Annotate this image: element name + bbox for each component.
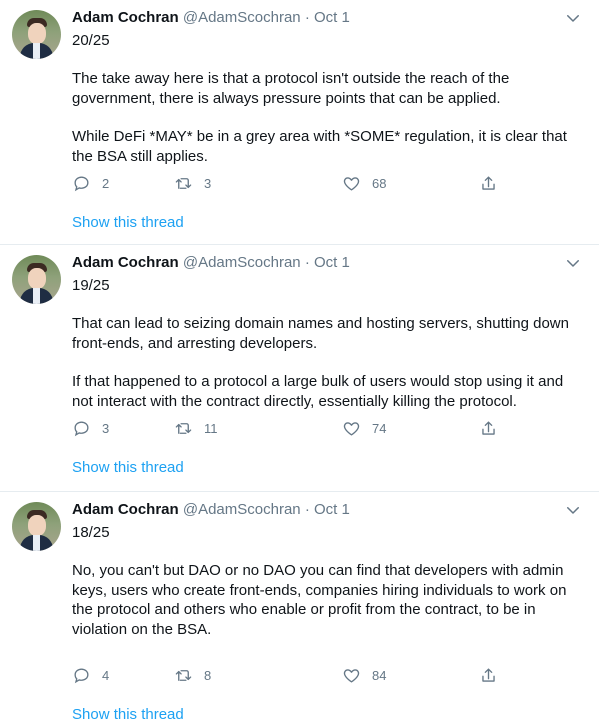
tweet-text: The take away here is that a protocol is… (72, 70, 510, 107)
show-thread-link[interactable]: Show this thread (72, 459, 184, 476)
retweet-icon (175, 669, 192, 681)
retweet-button[interactable]: 11 (174, 416, 218, 440)
tweet-header: Adam Cochran @AdamScochran · Oct 1 (72, 254, 350, 271)
share-button[interactable] (479, 416, 498, 440)
tweet[interactable]: Adam Cochran @AdamScochran · Oct 1 20/25… (0, 0, 599, 245)
retweet-icon (175, 177, 192, 189)
reply-button[interactable]: 3 (72, 416, 109, 440)
reply-icon (74, 175, 89, 191)
reply-icon (74, 667, 89, 683)
reply-count: 2 (102, 175, 110, 191)
tweet-date[interactable]: Oct 1 (314, 254, 350, 271)
tweet-text: That can lead to seizing domain names an… (72, 315, 569, 352)
thread-position: 20/25 (72, 32, 110, 49)
tweet-date[interactable]: Oct 1 (314, 501, 350, 518)
avatar[interactable] (12, 10, 61, 59)
avatar[interactable] (12, 502, 61, 551)
share-icon (482, 667, 495, 682)
separator-dot: · (304, 501, 310, 518)
heart-icon (343, 176, 360, 191)
avatar[interactable] (12, 255, 61, 304)
share-icon (482, 420, 495, 435)
reply-button[interactable]: 4 (72, 663, 109, 687)
retweet-button[interactable]: 3 (174, 171, 211, 195)
chevron-down-icon[interactable] (564, 254, 582, 272)
tweet-actions: 4 8 84 (72, 663, 512, 687)
chevron-down-icon[interactable] (564, 501, 582, 519)
like-button[interactable]: 68 (342, 171, 386, 195)
tweet[interactable]: Adam Cochran @AdamScochran · Oct 1 19/25… (0, 245, 599, 492)
show-thread-link[interactable]: Show this thread (72, 706, 184, 723)
share-button[interactable] (479, 663, 498, 687)
tweet-actions: 3 11 74 (72, 416, 512, 440)
tweet[interactable]: Adam Cochran @AdamScochran · Oct 1 18/25… (0, 492, 599, 723)
reply-count: 4 (102, 667, 110, 683)
retweet-count: 11 (204, 420, 218, 436)
tweet-header: Adam Cochran @AdamScochran · Oct 1 (72, 501, 350, 518)
retweet-count: 3 (204, 175, 212, 191)
tweet-actions: 2 3 68 (72, 171, 512, 195)
reply-count: 3 (102, 420, 110, 436)
like-count: 84 (372, 667, 387, 683)
share-icon (482, 175, 495, 190)
author-name[interactable]: Adam Cochran (72, 254, 179, 271)
retweet-count: 8 (204, 667, 212, 683)
tweet-date[interactable]: Oct 1 (314, 9, 350, 26)
tweet-text: While DeFi *MAY* be in a grey area with … (72, 128, 567, 165)
author-handle[interactable]: @AdamScochran (183, 254, 301, 271)
like-button[interactable]: 84 (342, 663, 386, 687)
retweet-icon (175, 422, 192, 434)
thread-position: 19/25 (72, 277, 110, 294)
separator-dot: · (304, 9, 310, 26)
like-count: 68 (372, 175, 387, 191)
separator-dot: · (304, 254, 310, 271)
author-name[interactable]: Adam Cochran (72, 501, 179, 518)
retweet-button[interactable]: 8 (174, 663, 211, 687)
tweet-text: If that happened to a protocol a large b… (72, 373, 564, 410)
reply-button[interactable]: 2 (72, 171, 109, 195)
tweet-text: No, you can't but DAO or no DAO you can … (72, 562, 567, 638)
like-button[interactable]: 74 (342, 416, 386, 440)
share-button[interactable] (479, 171, 498, 195)
heart-icon (343, 668, 360, 683)
author-handle[interactable]: @AdamScochran (183, 9, 301, 26)
tweet-header: Adam Cochran @AdamScochran · Oct 1 (72, 9, 350, 26)
author-name[interactable]: Adam Cochran (72, 9, 179, 26)
thread-position: 18/25 (72, 524, 110, 541)
like-count: 74 (372, 420, 387, 436)
author-handle[interactable]: @AdamScochran (183, 501, 301, 518)
chevron-down-icon[interactable] (564, 9, 582, 27)
heart-icon (343, 421, 360, 436)
show-thread-link[interactable]: Show this thread (72, 214, 184, 231)
reply-icon (74, 420, 89, 436)
